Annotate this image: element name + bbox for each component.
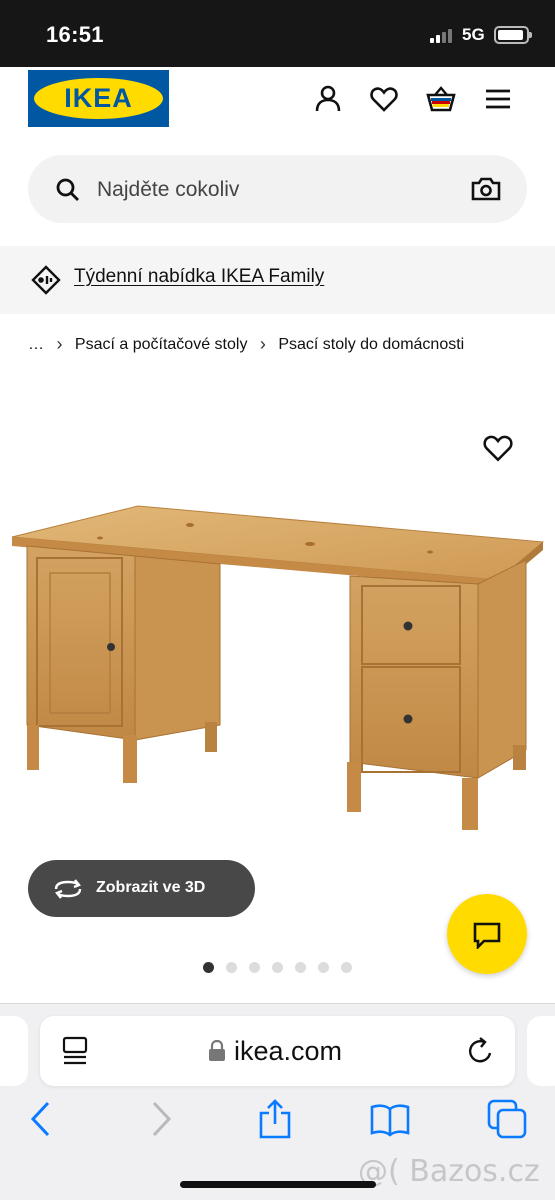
- gallery-dot[interactable]: [341, 962, 352, 973]
- search-input[interactable]: Najděte cokoliv: [28, 155, 527, 223]
- rotate-3d-icon: [54, 879, 82, 899]
- reload-icon[interactable]: [466, 1036, 496, 1066]
- battery-icon: [494, 26, 532, 44]
- family-offer-link[interactable]: Týdenní nabídka IKEA Family: [74, 266, 324, 288]
- forward-icon: [152, 1101, 172, 1137]
- reader-mode-icon[interactable]: [61, 1036, 89, 1066]
- logo-text: IKEA: [64, 83, 133, 113]
- tabs-icon[interactable]: [487, 1099, 527, 1139]
- signal-icon: [430, 29, 454, 43]
- status-bar: 16:51 5G: [0, 0, 555, 67]
- chat-icon: [473, 922, 501, 949]
- search-placeholder: Najděte cokoliv: [97, 178, 240, 201]
- family-offer-banner[interactable]: Týdenní nabídka IKEA Family: [0, 246, 555, 314]
- bookmarks-icon[interactable]: [370, 1099, 410, 1139]
- tag-icon: [31, 265, 61, 295]
- user-icon[interactable]: [313, 84, 343, 114]
- menu-icon[interactable]: [483, 84, 513, 114]
- site-header: IKEA: [0, 67, 555, 137]
- product-image-desk[interactable]: [10, 500, 545, 840]
- home-indicator[interactable]: [180, 1181, 376, 1188]
- gallery-dot[interactable]: [318, 962, 329, 973]
- gallery-dot[interactable]: [226, 962, 237, 973]
- status-time: 16:51: [46, 22, 104, 47]
- favorite-heart-icon[interactable]: [482, 432, 514, 464]
- breadcrumb-separator: ›: [259, 334, 266, 354]
- gallery-dot-active[interactable]: [203, 962, 214, 973]
- url-text: ikea.com: [234, 1036, 343, 1066]
- previous-tab-preview[interactable]: [0, 1016, 28, 1086]
- lock-icon: [209, 1040, 225, 1061]
- browser-toolbar: ikea.com @( Bazos.cz: [0, 1003, 555, 1200]
- gallery-dot[interactable]: [295, 962, 306, 973]
- heart-icon[interactable]: [369, 84, 399, 114]
- breadcrumb: … › Psací a počítačové stoly › Psací sto…: [28, 334, 464, 355]
- gallery-dot[interactable]: [272, 962, 283, 973]
- watermark: @( Bazos.cz: [358, 1154, 540, 1189]
- breadcrumb-item-home-desks[interactable]: Psací stoly do domácnosti: [278, 336, 464, 354]
- basket-icon[interactable]: [426, 84, 456, 114]
- network-type: 5G: [462, 25, 485, 44]
- back-icon[interactable]: [22, 1099, 62, 1139]
- view-3d-label: Zobrazit ve 3D: [96, 879, 206, 896]
- breadcrumb-item-desks[interactable]: Psací a počítačové stoly: [75, 336, 248, 354]
- next-tab-preview[interactable]: [527, 1016, 555, 1086]
- view-3d-button[interactable]: Zobrazit ve 3D: [28, 860, 255, 917]
- breadcrumb-ellipsis[interactable]: …: [28, 336, 44, 354]
- address-bar[interactable]: ikea.com: [40, 1016, 515, 1086]
- camera-icon[interactable]: [471, 176, 501, 202]
- search-icon: [56, 178, 79, 201]
- chat-button[interactable]: [447, 894, 527, 974]
- share-icon[interactable]: [255, 1099, 295, 1139]
- gallery-dot[interactable]: [249, 962, 260, 973]
- breadcrumb-separator: ›: [56, 334, 63, 354]
- ikea-logo[interactable]: IKEA: [28, 70, 169, 127]
